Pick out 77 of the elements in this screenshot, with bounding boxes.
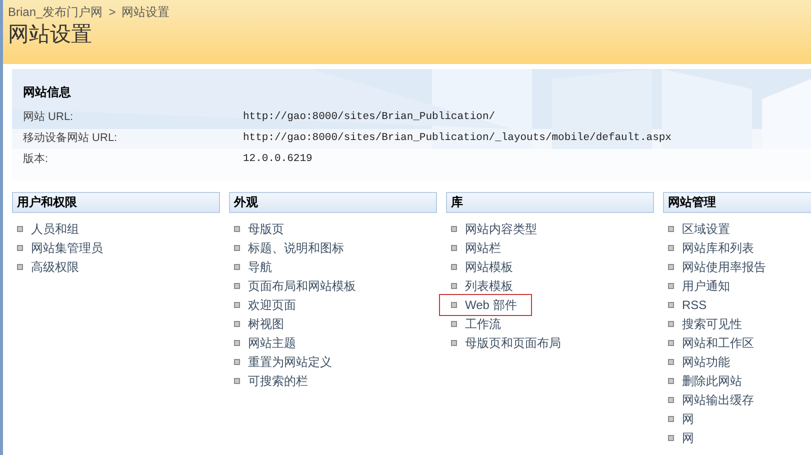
bullet-icon <box>668 282 674 288</box>
settings-link[interactable]: 网站和工作区 <box>668 334 754 352</box>
bullet-icon <box>234 282 240 288</box>
bullet-icon <box>451 320 457 326</box>
settings-link[interactable]: 网站使用率报告 <box>668 258 766 276</box>
bullet-icon <box>234 358 240 364</box>
bullet-icon <box>17 264 23 270</box>
settings-link[interactable]: 网站集管理员 <box>17 238 103 256</box>
settings-link[interactable]: 导航 <box>234 258 272 276</box>
bullet-icon <box>668 320 674 326</box>
bullet-icon <box>668 396 674 402</box>
bullet-icon <box>668 264 674 270</box>
breadcrumb-link[interactable]: 网站设置 <box>122 3 170 21</box>
settings-link[interactable]: 搜索可见性 <box>668 314 742 332</box>
bullet-icon <box>451 244 457 250</box>
settings-link[interactable]: 欢迎页面 <box>234 296 296 314</box>
section-heading: 网站信息 <box>23 84 72 101</box>
breadcrumb-link[interactable]: Brian_发布门户网 <box>8 3 103 21</box>
settings-link[interactable]: 可搜索的栏 <box>234 372 308 390</box>
settings-link[interactable]: 人员和组 <box>17 220 79 238</box>
bullet-icon <box>668 226 674 232</box>
settings-link[interactable]: 工作流 <box>451 314 501 332</box>
bullet-icon <box>234 340 240 346</box>
bullet-icon <box>668 244 674 250</box>
info-value: http://gao:8000/sites/Brian_Publication/ <box>243 110 496 125</box>
section-heading: 网站管理 <box>663 192 811 213</box>
bullet-icon <box>234 302 240 308</box>
settings-link[interactable]: 网站库和列表 <box>668 238 754 256</box>
bullet-icon <box>451 282 457 288</box>
settings-link[interactable]: 母版页和页面布局 <box>451 334 561 352</box>
info-value: http://gao:8000/sites/Brian_Publication/_layouts/mobile/default.aspx <box>243 130 672 146</box>
info-label: 网站 URL: <box>23 110 74 126</box>
settings-link[interactable]: 网站栏 <box>451 238 501 256</box>
info-label: 版本: <box>23 152 50 168</box>
section-heading: 用户和权限 <box>12 192 220 213</box>
bullet-icon <box>234 226 240 232</box>
info-label: 移动设备网站 URL: <box>23 131 118 146</box>
bullet-icon <box>668 302 674 308</box>
settings-link[interactable]: 网 <box>668 428 694 446</box>
settings-link[interactable]: 高级权限 <box>17 258 79 276</box>
settings-link[interactable]: 页面布局和网站模板 <box>234 276 356 294</box>
settings-link[interactable]: 用户通知 <box>668 276 730 294</box>
bullet-icon <box>668 434 674 440</box>
settings-link[interactable]: 网站功能 <box>668 352 730 370</box>
settings-link[interactable]: 删除此网站 <box>668 372 742 390</box>
settings-link[interactable]: 网站主题 <box>234 334 296 352</box>
settings-link[interactable]: 网 <box>668 410 694 428</box>
bullet-icon <box>668 416 674 422</box>
bullet-icon <box>234 244 240 250</box>
settings-link[interactable]: RSS <box>668 296 707 314</box>
bullet-icon <box>234 378 240 384</box>
bullet-icon <box>668 358 674 364</box>
settings-link[interactable]: 母版页 <box>234 220 284 238</box>
bullet-icon <box>451 226 457 232</box>
bullet-icon <box>451 302 457 308</box>
settings-link[interactable]: 区域设置 <box>668 220 730 238</box>
bullet-icon <box>234 264 240 270</box>
bullet-icon <box>668 340 674 346</box>
settings-link[interactable]: 树视图 <box>234 314 284 332</box>
breadcrumb-separator: > <box>108 4 116 21</box>
bullet-icon <box>451 340 457 346</box>
bullet-icon <box>451 264 457 270</box>
page-title: 网站设置 <box>8 22 93 48</box>
bullet-icon <box>17 244 23 250</box>
section-heading: 外观 <box>229 192 437 213</box>
settings-link[interactable]: 列表模板 <box>451 276 513 294</box>
bullet-icon <box>668 378 674 384</box>
bullet-icon <box>17 226 23 232</box>
settings-link[interactable]: 网站内容类型 <box>451 220 537 238</box>
settings-link[interactable]: Web 部件 <box>439 294 532 316</box>
settings-link[interactable]: 网站输出缓存 <box>668 390 754 408</box>
settings-link[interactable]: 标题、说明和图标 <box>234 238 344 256</box>
bullet-icon <box>234 320 240 326</box>
settings-link[interactable]: 重置为网站定义 <box>234 352 332 370</box>
settings-link[interactable]: 网站模板 <box>451 258 513 276</box>
info-value: 12.0.0.6219 <box>243 152 312 167</box>
section-heading: 库 <box>446 192 654 213</box>
